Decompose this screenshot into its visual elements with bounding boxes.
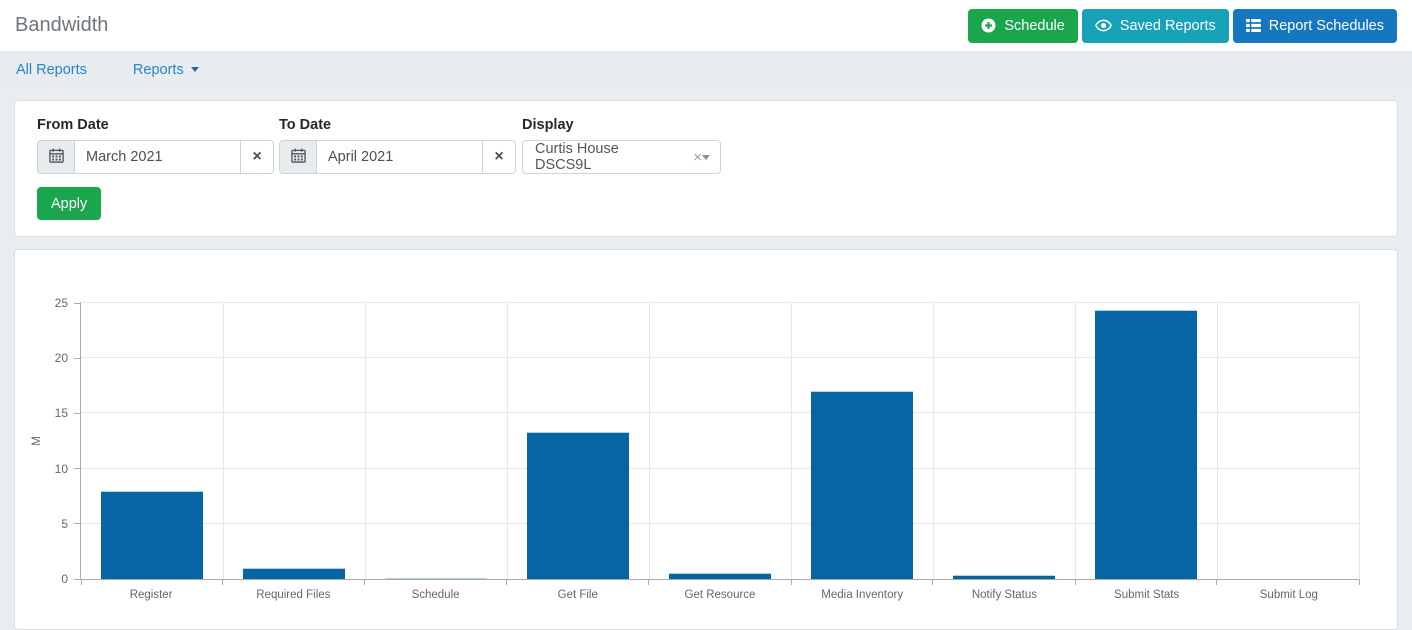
report-schedules-button[interactable]: Report Schedules (1233, 9, 1397, 43)
navbar: All Reports Reports (0, 51, 1412, 88)
display-group: Display Curtis House DSCS9L × (522, 117, 721, 174)
x-axis-tick (81, 580, 82, 585)
th-list-icon (1246, 19, 1261, 32)
y-axis-tick (74, 579, 80, 580)
gridline (933, 303, 934, 579)
to-date-input[interactable] (317, 140, 482, 174)
y-axis-tick (74, 413, 80, 414)
display-select-value: Curtis House DSCS9L (535, 141, 678, 173)
chart-bar (243, 568, 345, 579)
from-date-clear-button[interactable]: × (240, 140, 274, 174)
chart-bar (669, 573, 771, 579)
to-date-label: To Date (279, 117, 516, 133)
display-select[interactable]: Curtis House DSCS9L × (522, 140, 721, 174)
to-date-clear-button[interactable]: × (482, 140, 516, 174)
plot-area: M 0510152025 (80, 302, 1360, 580)
x-axis-label: Required Files (222, 589, 364, 601)
caret-down-icon (702, 155, 710, 160)
calendar-icon (291, 148, 306, 166)
x-axis-tick (1359, 580, 1360, 585)
y-axis-label: 20 (55, 351, 68, 365)
x-axis-tick (648, 580, 649, 585)
x-axis-label: Get Resource (649, 589, 791, 601)
x-axis-tick (506, 580, 507, 585)
x-axis-tick (222, 580, 223, 585)
x-axis-tick (932, 580, 933, 585)
x-axis-tick (364, 580, 365, 585)
y-axis-tick (74, 358, 80, 359)
gridline (1217, 303, 1218, 579)
nav-all-reports-label: All Reports (16, 62, 87, 78)
y-axis-tick (74, 468, 80, 469)
to-date-input-group: × (279, 140, 516, 174)
from-date-group: From Date × (37, 117, 274, 174)
gridline (791, 303, 792, 579)
chart-bar (385, 578, 487, 579)
x-axis-tick (1075, 580, 1076, 585)
schedule-button-label: Schedule (1004, 18, 1064, 34)
x-axis-labels: RegisterRequired FilesScheduleGet FileGe… (80, 589, 1360, 601)
chart-bar (101, 491, 203, 579)
x-axis-label: Submit Log (1218, 589, 1360, 601)
filter-row: From Date × To Date (37, 117, 1375, 174)
saved-reports-button-label: Saved Reports (1120, 18, 1216, 34)
y-axis-label: 25 (55, 296, 68, 310)
x-axis-label: Submit Stats (1076, 589, 1218, 601)
x-axis-tick (791, 580, 792, 585)
from-date-input-group: × (37, 140, 274, 174)
display-label: Display (522, 117, 721, 133)
x-axis-tick (1216, 580, 1217, 585)
y-axis-label: 5 (61, 517, 68, 531)
y-axis-tick (74, 303, 80, 304)
y-axis-tick (74, 523, 80, 524)
main-content: From Date × To Date (0, 88, 1412, 630)
plus-circle-icon (981, 18, 996, 33)
chart-panel: M 0510152025 RegisterRequired FilesSched… (14, 249, 1398, 630)
chart-bar (1095, 310, 1197, 579)
nav-reports-label: Reports (133, 62, 184, 78)
gridline (1075, 303, 1076, 579)
report-schedules-button-label: Report Schedules (1269, 18, 1384, 34)
gridline (507, 303, 508, 579)
times-icon: × (252, 148, 261, 165)
apply-button[interactable]: Apply (37, 187, 101, 220)
nav-reports-dropdown[interactable]: Reports (133, 62, 199, 78)
filter-panel: From Date × To Date (14, 100, 1398, 237)
saved-reports-button[interactable]: Saved Reports (1082, 9, 1229, 43)
y-axis-label: 10 (55, 462, 68, 476)
x-axis-label: Schedule (364, 589, 506, 601)
from-date-label: From Date (37, 117, 274, 133)
nav-all-reports[interactable]: All Reports (16, 62, 87, 78)
to-date-calendar-button[interactable] (279, 140, 317, 174)
header-actions: Schedule Saved Reports Report Schedules (968, 9, 1397, 43)
x-axis-label: Get File (507, 589, 649, 601)
from-date-calendar-button[interactable] (37, 140, 75, 174)
gridline (649, 303, 650, 579)
eye-icon (1095, 19, 1112, 32)
remove-selection-icon[interactable]: × (693, 150, 702, 165)
x-axis-label: Register (80, 589, 222, 601)
header: Bandwidth Schedule Saved Reports Report … (0, 0, 1412, 51)
y-axis-title: M (31, 436, 43, 446)
calendar-icon (49, 148, 64, 166)
schedule-button[interactable]: Schedule (968, 9, 1077, 43)
chart-bar (953, 575, 1055, 579)
x-axis-label: Media Inventory (791, 589, 933, 601)
from-date-input[interactable] (75, 140, 240, 174)
to-date-group: To Date × (279, 117, 516, 174)
chart-bar (527, 432, 629, 579)
times-icon: × (494, 148, 503, 165)
gridline (365, 303, 366, 579)
gridline (223, 303, 224, 579)
caret-down-icon (191, 67, 199, 72)
apply-button-label: Apply (51, 196, 87, 212)
y-axis-label: 0 (61, 572, 68, 586)
chart-bar (811, 391, 913, 579)
y-axis-label: 15 (55, 406, 68, 420)
x-axis-label: Notify Status (933, 589, 1075, 601)
bar-chart: M 0510152025 RegisterRequired FilesSched… (80, 302, 1360, 601)
page-title: Bandwidth (15, 14, 108, 37)
